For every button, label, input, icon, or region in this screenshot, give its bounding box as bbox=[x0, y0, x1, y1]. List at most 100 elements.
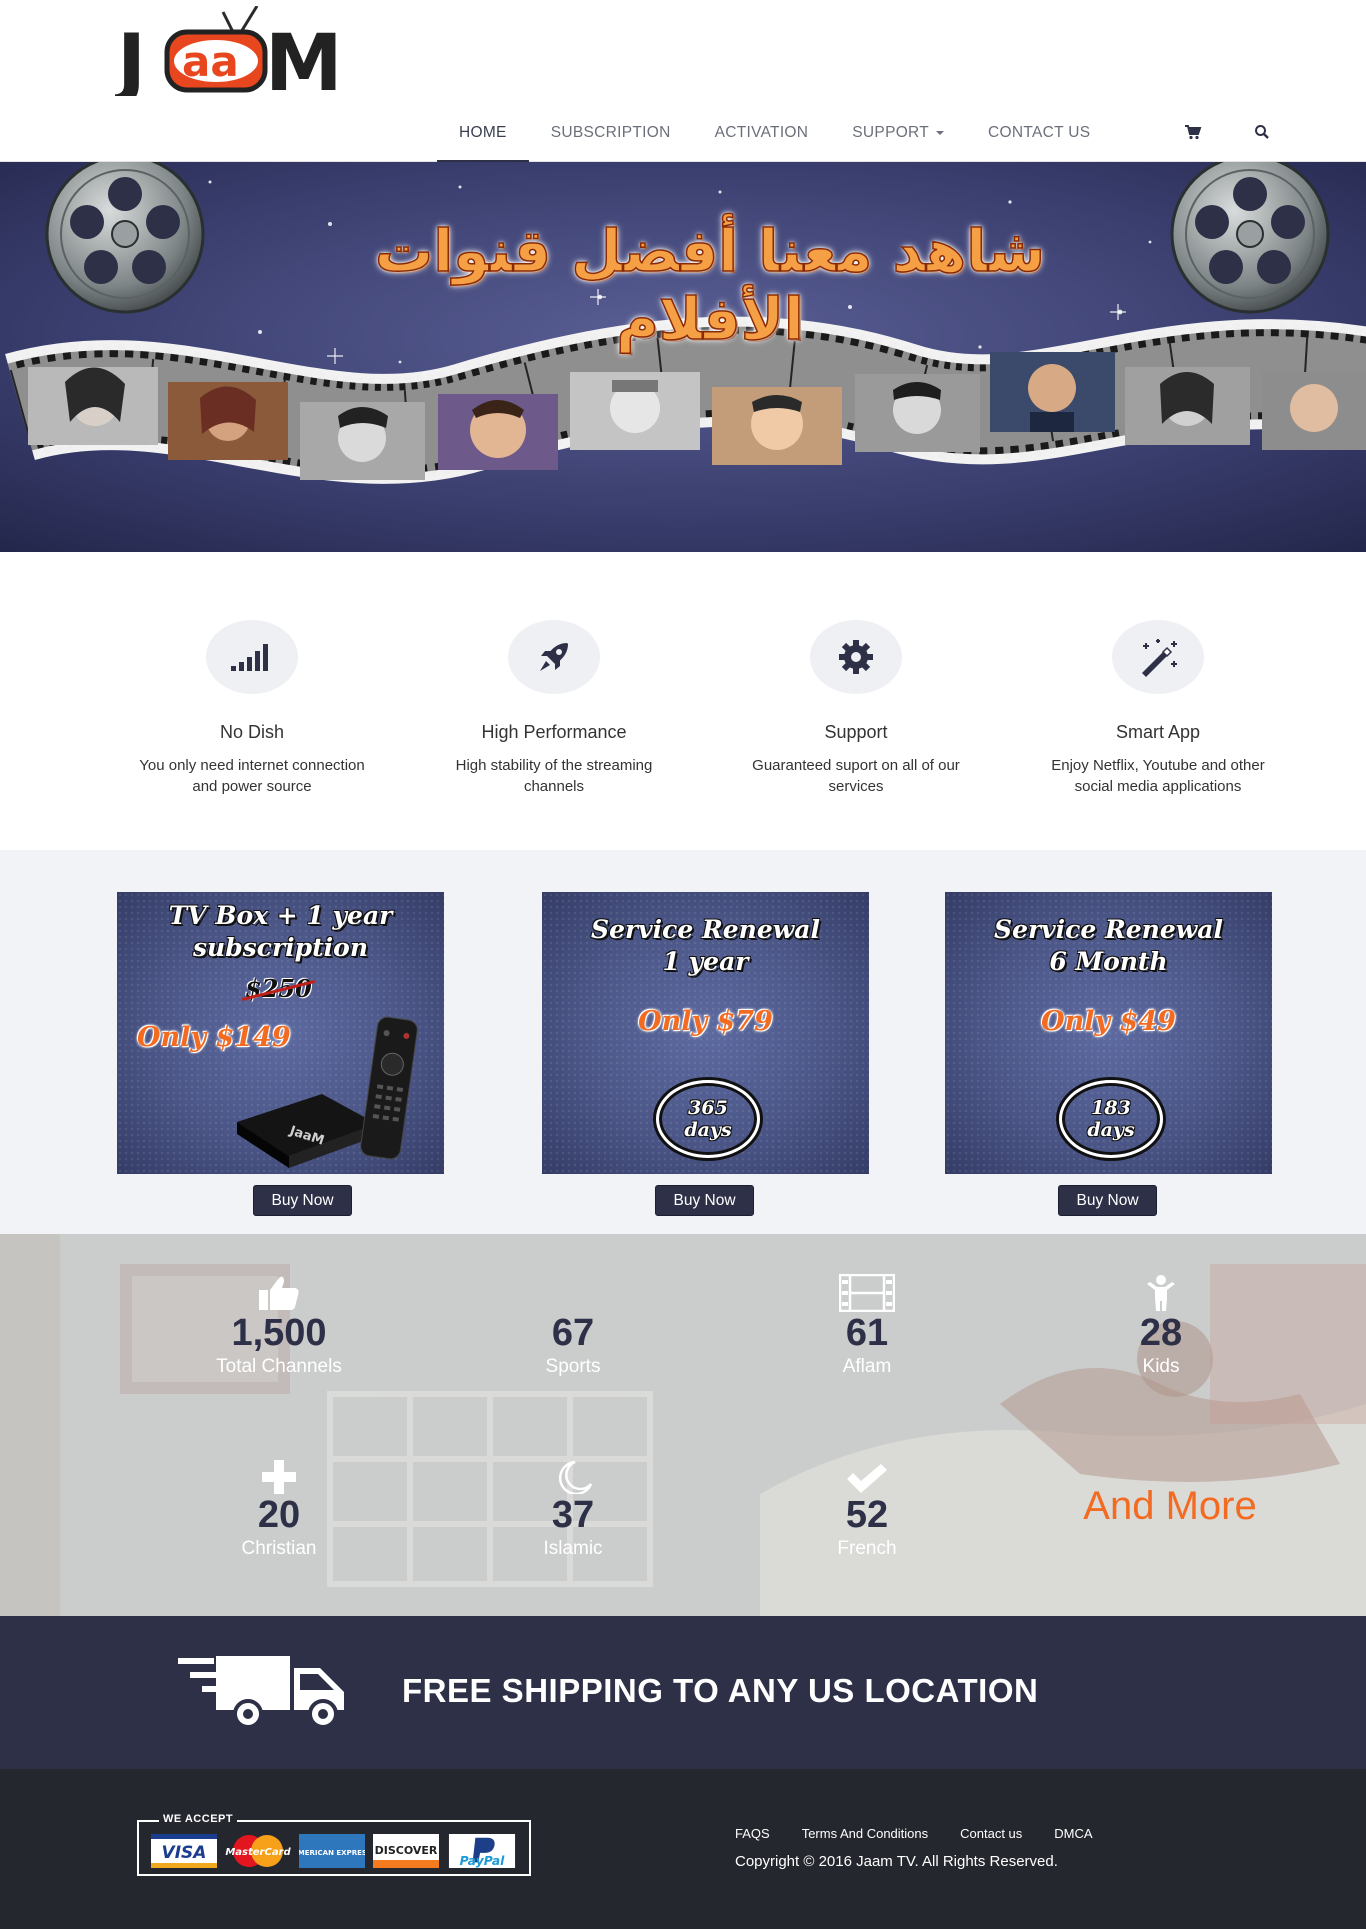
site-header: J aa M HOME SUBSCRIPTION ACTIVATION SUPP… bbox=[0, 0, 1366, 162]
feature-desc: Guaranteed suport on all of our services bbox=[716, 755, 996, 797]
stat-icon-slot bbox=[747, 1454, 987, 1494]
feature-icon-circle bbox=[810, 620, 902, 694]
feature-smart-app: Smart App Enjoy Netflix, Youtube and oth… bbox=[1018, 620, 1298, 797]
delivery-truck-icon bbox=[178, 1656, 344, 1729]
check-icon bbox=[847, 1464, 887, 1493]
stat-total-channels: 1,500 Total Channels bbox=[159, 1272, 399, 1378]
thumbs-up-icon bbox=[259, 1276, 299, 1310]
paypal-text: PayPal bbox=[460, 1854, 506, 1868]
package-title-line: Service Renewal bbox=[591, 915, 820, 944]
stat-number: 67 bbox=[551, 1312, 595, 1354]
nav-activation[interactable]: ACTIVATION bbox=[693, 106, 831, 162]
nav-home[interactable]: HOME bbox=[437, 106, 529, 162]
stat-label: Total Channels bbox=[216, 1356, 342, 1377]
and-more-text: And More bbox=[1083, 1484, 1257, 1528]
site-footer: WE ACCEPT VISA MasterCard AMERICAN EXPRE… bbox=[0, 1769, 1366, 1929]
feature-title: Support bbox=[824, 722, 888, 742]
feature-desc: You only need internet connection and pow… bbox=[112, 755, 392, 797]
package-title: Service Renewal 1 year bbox=[542, 914, 869, 978]
free-shipping-text: FREE SHIPPING TO ANY US LOCATION bbox=[402, 1672, 1039, 1709]
visa-text: VISA bbox=[162, 1843, 207, 1863]
footer-link-terms[interactable]: Terms And Conditions bbox=[802, 1826, 928, 1841]
stat-french: 52 French bbox=[747, 1454, 987, 1560]
stat-sports: 67 Sports bbox=[453, 1272, 693, 1378]
packages-section: TV Box + 1 year subscription $250 Only $… bbox=[0, 850, 1366, 1234]
nav-support-label: SUPPORT bbox=[852, 124, 930, 141]
buy-now-button[interactable]: Buy Now bbox=[253, 1185, 352, 1216]
package-days-badge: 183 days bbox=[1059, 1080, 1163, 1158]
stat-number: 52 bbox=[845, 1494, 889, 1536]
days-number: 365 bbox=[688, 1097, 728, 1119]
buy-now-button[interactable]: Buy Now bbox=[655, 1185, 754, 1216]
stat-label: Sports bbox=[545, 1356, 601, 1377]
chevron-down-icon bbox=[936, 130, 945, 135]
package-title-line: Service Renewal bbox=[994, 915, 1223, 944]
feature-title: No Dish bbox=[219, 722, 285, 742]
stat-number: 37 bbox=[551, 1494, 595, 1536]
film-icon bbox=[839, 1274, 895, 1312]
feature-support: Support Guaranteed suport on all of our s… bbox=[716, 620, 996, 797]
footer-link-contact[interactable]: Contact us bbox=[960, 1826, 1022, 1841]
svg-text:aa: aa bbox=[182, 37, 239, 86]
feature-high-performance: High Performance High stability of the s… bbox=[414, 620, 694, 797]
cart-icon[interactable] bbox=[1184, 123, 1202, 141]
package-title: Service Renewal 6 Month bbox=[945, 914, 1272, 978]
package-title-line: subscription bbox=[192, 933, 369, 962]
buy-now-button[interactable]: Buy Now bbox=[1058, 1185, 1157, 1216]
feature-icon-circle bbox=[1112, 620, 1204, 694]
feature-desc: Enjoy Netflix, Youtube and other social m… bbox=[1018, 755, 1298, 797]
feature-icon-circle bbox=[508, 620, 600, 694]
stat-icon-slot bbox=[159, 1454, 399, 1494]
hero-banner: شاهد معنا أفضل قنوات الأفلام bbox=[0, 162, 1366, 552]
stat-christian: 20 Christian bbox=[159, 1454, 399, 1560]
package-card-renewal-6-month[interactable]: Service Renewal 6 Month Only $49 183 day… bbox=[945, 892, 1272, 1174]
footer-links: FAQS Terms And Conditions Contact us DMC… bbox=[735, 1826, 1125, 1841]
feature-desc-line: Enjoy Netflix, Youtube and other bbox=[1051, 757, 1265, 774]
package-card-tv-box[interactable]: TV Box + 1 year subscription $250 Only $… bbox=[117, 892, 444, 1174]
nav-home-label: HOME bbox=[459, 124, 507, 141]
package-days-badge: 365 days bbox=[656, 1080, 760, 1158]
american-express-icon: AMERICAN EXPRESS bbox=[299, 1834, 365, 1868]
hero-title: شاهد معنا أفضل قنوات الأفلام bbox=[374, 216, 1046, 354]
stat-icon-slot bbox=[453, 1272, 693, 1312]
nav-contact-us[interactable]: CONTACT US bbox=[966, 106, 1112, 162]
mastercard-icon: MasterCard bbox=[225, 1835, 291, 1867]
copyright-text: Copyright © 2016 Jaam TV. All Rights Res… bbox=[735, 1853, 1058, 1870]
search-icon[interactable] bbox=[1253, 123, 1271, 141]
rocket-icon bbox=[540, 643, 568, 671]
package-old-price: $250 bbox=[245, 974, 312, 1003]
free-shipping-banner: FREE SHIPPING TO ANY US LOCATION bbox=[0, 1616, 1366, 1769]
we-accept-label: WE ACCEPT bbox=[159, 1813, 238, 1825]
feature-desc-line: channels bbox=[523, 778, 585, 795]
feature-title: Smart App bbox=[1115, 722, 1201, 742]
feature-icon-circle bbox=[206, 620, 298, 694]
paypal-icon: PayPal bbox=[448, 1834, 516, 1868]
stat-label: Kids bbox=[1142, 1356, 1180, 1377]
nav-support[interactable]: SUPPORT bbox=[830, 106, 966, 162]
package-title-line: 1 year bbox=[662, 947, 749, 976]
svg-text:J: J bbox=[115, 19, 146, 96]
feature-desc-line: You only need internet connection bbox=[139, 757, 365, 774]
nav-subscription[interactable]: SUBSCRIPTION bbox=[529, 106, 693, 162]
footer-link-faqs[interactable]: FAQS bbox=[735, 1826, 770, 1841]
days-label: days bbox=[1087, 1119, 1135, 1141]
footer-link-dmca[interactable]: DMCA bbox=[1054, 1826, 1092, 1841]
feature-no-dish: No Dish You only need internet connectio… bbox=[112, 620, 392, 797]
days-number: 183 bbox=[1091, 1097, 1131, 1119]
stat-aflam: 61 Aflam bbox=[747, 1272, 987, 1378]
stat-label: Aflam bbox=[842, 1356, 892, 1377]
stat-icon-slot bbox=[747, 1272, 987, 1312]
feature-desc-line: High stability of the streaming bbox=[455, 757, 653, 774]
package-price: Only $49 bbox=[1041, 1006, 1176, 1037]
jaam-logo[interactable]: J aa M bbox=[115, 6, 370, 96]
channel-stats-section: 1,500 Total Channels 67 Sports 61 Aflam … bbox=[0, 1234, 1366, 1616]
features-section: No Dish You only need internet connectio… bbox=[0, 552, 1366, 850]
stat-number: 20 bbox=[257, 1494, 301, 1536]
package-card-renewal-1-year[interactable]: Service Renewal 1 year Only $79 365 days bbox=[542, 892, 869, 1174]
main-nav: HOME SUBSCRIPTION ACTIVATION SUPPORT CON… bbox=[437, 106, 1112, 162]
mastercard-text: MasterCard bbox=[225, 1847, 291, 1858]
feature-desc-line: services bbox=[828, 778, 884, 795]
stat-kids: 28 Kids bbox=[1041, 1272, 1281, 1378]
stat-icon-slot bbox=[1041, 1272, 1281, 1312]
package-price: Only $79 bbox=[638, 1006, 773, 1037]
